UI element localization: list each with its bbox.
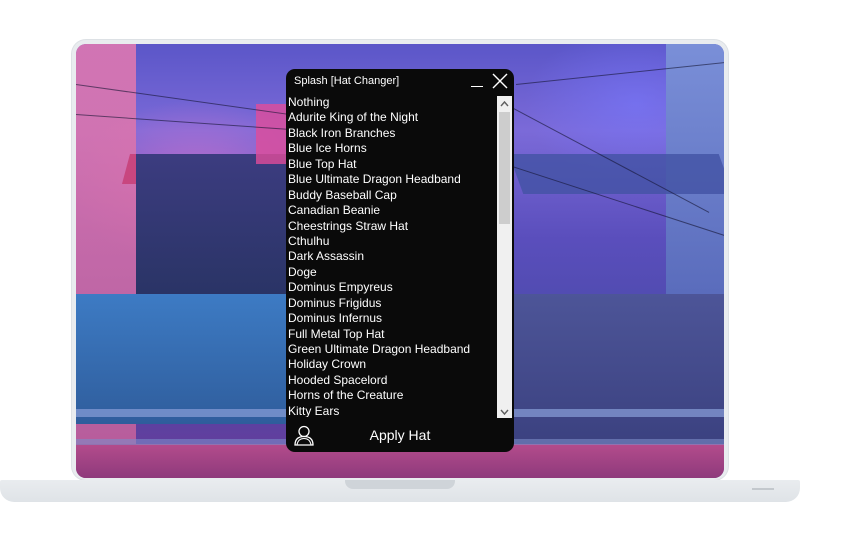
hat-list-item[interactable]: Cheestrings Straw Hat [288,219,494,234]
hat-list-item[interactable]: Blue Top Hat [288,157,494,172]
close-icon[interactable] [492,73,508,89]
hat-changer-window: Splash [Hat Changer] Nothing Adurite King… [286,69,514,452]
hat-list-item[interactable]: Blue Ultimate Dragon Headband [288,172,494,187]
hat-list-item[interactable]: Blue Ice Horns [288,141,494,156]
scroll-up-icon[interactable] [497,96,512,110]
laptop-base [0,480,800,502]
hat-list-item[interactable]: Black Iron Branches [288,126,494,141]
window-footer: Apply Hat [286,419,514,452]
hat-listbox[interactable]: Nothing Adurite King of the Night Black Ir… [286,93,514,419]
hat-list[interactable]: Nothing Adurite King of the Night Black Ir… [288,95,494,417]
hat-list-item[interactable]: Adurite King of the Night [288,110,494,125]
hat-list-item[interactable]: Dominus Empyreus [288,280,494,295]
hat-list-item[interactable]: Cthulhu [288,234,494,249]
apply-hat-button[interactable]: Apply Hat [346,425,454,445]
hat-list-item[interactable]: Doge [288,265,494,280]
hat-list-item[interactable]: Nothing [288,95,494,110]
scroll-down-icon[interactable] [497,404,512,418]
scroll-thumb[interactable] [499,112,510,224]
title-bar[interactable]: Splash [Hat Changer] [286,69,514,93]
window-title: Splash [Hat Changer] [294,75,400,87]
hat-list-item[interactable]: Full Metal Top Hat [288,327,494,342]
hat-list-item[interactable]: Hooded Spacelord [288,373,494,388]
hat-list-item[interactable]: Dominus Frigidus [288,296,494,311]
vertical-scrollbar[interactable] [497,96,512,418]
hat-list-item[interactable]: Dark Assassin [288,249,494,264]
hat-list-item[interactable]: Green Ultimate Dragon Headband [288,342,494,357]
avatar-icon[interactable] [292,423,316,447]
minimize-icon[interactable] [470,73,484,89]
hat-list-item[interactable]: Buddy Baseball Cap [288,188,494,203]
laptop-notch [345,480,455,489]
hat-list-item[interactable]: Horns of the Creature [288,388,494,403]
hat-list-item[interactable]: Dominus Infernus [288,311,494,326]
hat-list-item[interactable]: Holiday Crown [288,357,494,372]
hat-list-item[interactable]: Canadian Beanie [288,203,494,218]
hat-list-item[interactable]: Kitty Ears [288,404,494,417]
